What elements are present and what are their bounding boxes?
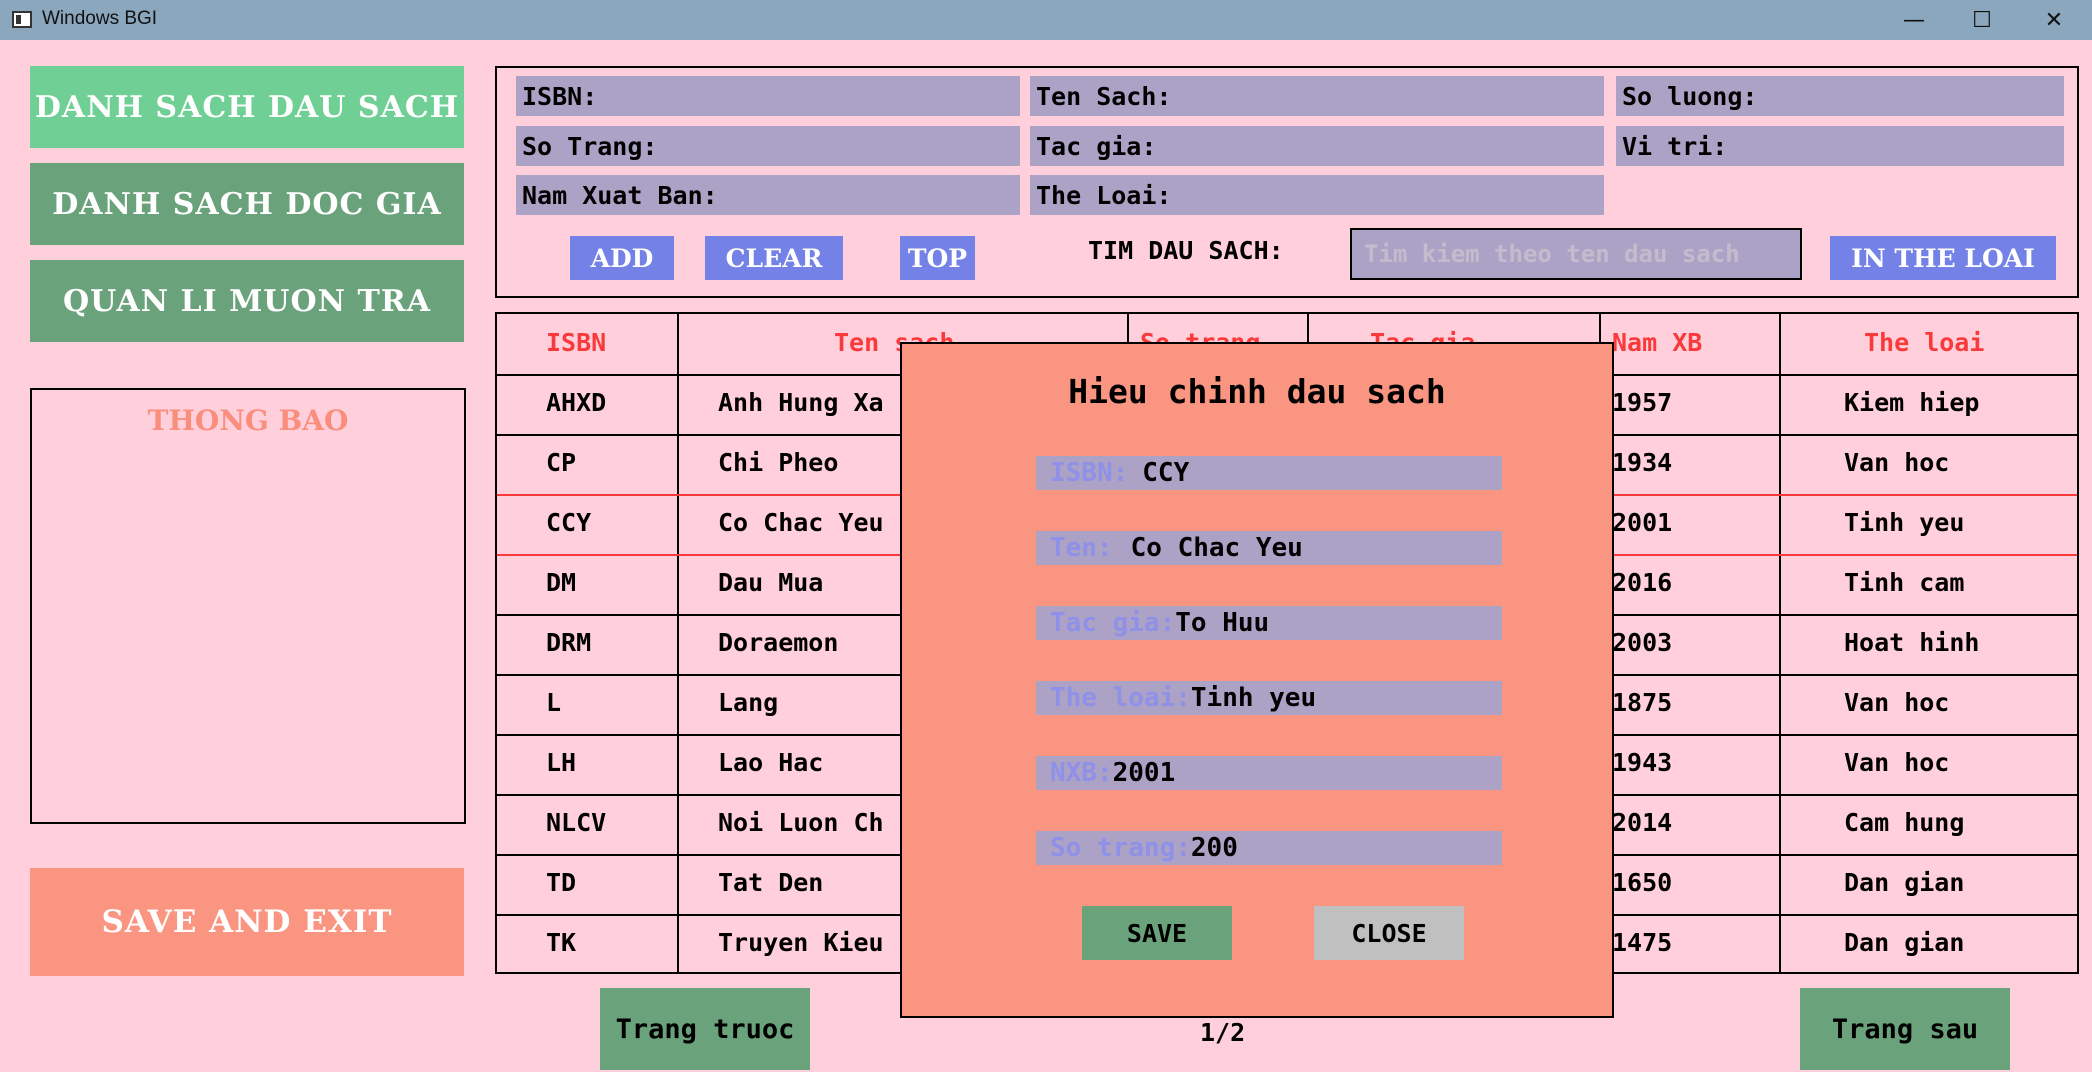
danh-sach-dau-sach-button[interactable]: DANH SACH DAU SACH [30, 66, 464, 148]
table-cell-ten: Truyen Kieu [718, 928, 884, 957]
notification-panel: THONG BAO [30, 388, 466, 824]
table-cell-nam: 2014 [1612, 808, 1673, 837]
table-cell-isbn: TD [546, 868, 577, 897]
table-cell-loai: Hoat hinh [1844, 628, 1980, 657]
clear-button[interactable]: CLEAR [705, 236, 843, 280]
table-cell-ten: Lao Hac [718, 748, 824, 777]
table-cell-loai: Tinh yeu [1844, 508, 1965, 537]
table-cell-nam: 1957 [1612, 388, 1673, 417]
so-trang-field[interactable]: So Trang: [516, 126, 1020, 166]
table-cell-ten: Anh Hung Xa [718, 388, 884, 417]
table-cell-loai: Van hoc [1844, 748, 1950, 777]
table-cell-isbn: CP [546, 448, 577, 477]
dialog-tac-gia-value: To Huu [1175, 608, 1270, 638]
dialog-ten-field[interactable]: Ten: Co Chac Yeu [1036, 531, 1502, 565]
dialog-nxb-field[interactable]: NXB: 2001 [1036, 756, 1502, 790]
table-cell-isbn: L [546, 688, 562, 717]
dialog-tac-gia-field[interactable]: Tac gia: To Huu [1036, 606, 1502, 640]
table-cell-ten: Noi Luon Ch [718, 808, 884, 837]
dialog-isbn-field[interactable]: ISBN: CCY [1036, 456, 1502, 490]
table-cell-nam: 1475 [1612, 928, 1673, 957]
dialog-so-trang-field[interactable]: So trang: 200 [1036, 831, 1502, 865]
table-cell-loai: Van hoc [1844, 688, 1950, 717]
table-header-cell: ISBN [546, 328, 607, 357]
table-cell-loai: Cam hung [1844, 808, 1965, 837]
search-label: TIM DAU SACH: [1088, 236, 1284, 265]
table-cell-loai: Dan gian [1844, 928, 1965, 957]
previous-page-button[interactable]: Trang truoc [600, 988, 810, 1070]
table-cell-ten: Co Chac Yeu [718, 508, 884, 537]
table-cell-nam: 2003 [1612, 628, 1673, 657]
table-cell-loai: Tinh cam [1844, 568, 1965, 597]
close-window-icon[interactable]: ✕ [2020, 0, 2088, 40]
dialog-ten-label: Ten: [1050, 533, 1113, 563]
table-cell-nam: 1934 [1612, 448, 1673, 477]
page-indicator: 1/2 [1200, 1018, 1246, 1047]
table-cell-nam: 2016 [1612, 568, 1673, 597]
window-titlebar: Windows BGI — ☐ ✕ [0, 0, 2092, 40]
dialog-nxb-value: 2001 [1112, 758, 1176, 788]
the-loai-field[interactable]: The Loai: [1030, 175, 1604, 215]
table-cell-ten: Dau Mua [718, 568, 824, 597]
dialog-ten-value: Co Chac Yeu [1130, 533, 1303, 563]
table-cell-nam: 1875 [1612, 688, 1673, 717]
maximize-icon[interactable]: ☐ [1948, 0, 2016, 40]
table-cell-nam: 1943 [1612, 748, 1673, 777]
danh-sach-doc-gia-button[interactable]: DANH SACH DOC GIA [30, 163, 464, 245]
dialog-nxb-label: NXB: [1050, 758, 1113, 788]
save-and-exit-button[interactable]: SAVE AND EXIT [30, 868, 464, 976]
dialog-the-loai-value: Tinh yeu [1190, 683, 1317, 713]
window-title: Windows BGI [42, 8, 158, 29]
nam-xuat-ban-field[interactable]: Nam Xuat Ban: [516, 175, 1020, 215]
ten-sach-field[interactable]: Ten Sach: [1030, 76, 1604, 116]
dialog-tac-gia-label: Tac gia: [1050, 608, 1176, 638]
edit-book-dialog: Hieu chinh dau sach ISBN: CCY Ten: Co Ch… [900, 342, 1614, 1018]
table-cell-ten: Doraemon [718, 628, 839, 657]
next-page-button[interactable]: Trang sau [1800, 988, 2010, 1070]
table-cell-nam: 2001 [1612, 508, 1673, 537]
table-cell-isbn: LH [546, 748, 577, 777]
add-button[interactable]: ADD [570, 236, 674, 280]
dialog-save-button[interactable]: SAVE [1082, 906, 1232, 960]
vi-tri-field[interactable]: Vi tri: [1616, 126, 2064, 166]
table-cell-isbn: DRM [546, 628, 592, 657]
table-cell-isbn: NLCV [546, 808, 607, 837]
table-cell-loai: Kiem hiep [1844, 388, 1980, 417]
table-header-cell: The loai [1864, 328, 1985, 357]
dialog-close-button[interactable]: CLOSE [1314, 906, 1464, 960]
dialog-isbn-value: CCY [1142, 458, 1190, 488]
quan-li-muon-tra-button[interactable]: QUAN LI MUON TRA [30, 260, 464, 342]
app-window-icon [12, 11, 32, 28]
table-cell-isbn: CCY [546, 508, 592, 537]
so-luong-field[interactable]: So luong: [1616, 76, 2064, 116]
dialog-the-loai-field[interactable]: The loai: Tinh yeu [1036, 681, 1502, 715]
table-cell-loai: Dan gian [1844, 868, 1965, 897]
table-cell-ten: Tat Den [718, 868, 824, 897]
dialog-title: Hieu chinh dau sach [1068, 372, 1446, 411]
table-cell-nam: 1650 [1612, 868, 1673, 897]
isbn-field[interactable]: ISBN: [516, 76, 1020, 116]
table-cell-isbn: DM [546, 568, 577, 597]
top-button[interactable]: TOP [900, 236, 975, 280]
in-the-loai-button[interactable]: IN THE LOAI [1830, 236, 2056, 280]
table-cell-loai: Van hoc [1844, 448, 1950, 477]
tac-gia-field[interactable]: Tac gia: [1030, 126, 1604, 166]
table-cell-ten: Chi Pheo [718, 448, 839, 477]
minimize-icon[interactable]: — [1880, 0, 1948, 40]
dialog-the-loai-label: The loai: [1050, 683, 1191, 713]
table-header-cell: Nam XB [1612, 328, 1703, 357]
table-cell-ten: Lang [718, 688, 779, 717]
table-cell-isbn: TK [546, 928, 577, 957]
search-input[interactable]: Tim kiem theo ten dau sach [1350, 228, 1802, 280]
table-cell-isbn: AHXD [546, 388, 607, 417]
dialog-so-trang-label: So trang: [1050, 833, 1191, 863]
dialog-so-trang-value: 200 [1190, 833, 1238, 863]
dialog-isbn-label: ISBN: [1050, 458, 1129, 488]
notification-title: THONG BAO [147, 404, 349, 437]
